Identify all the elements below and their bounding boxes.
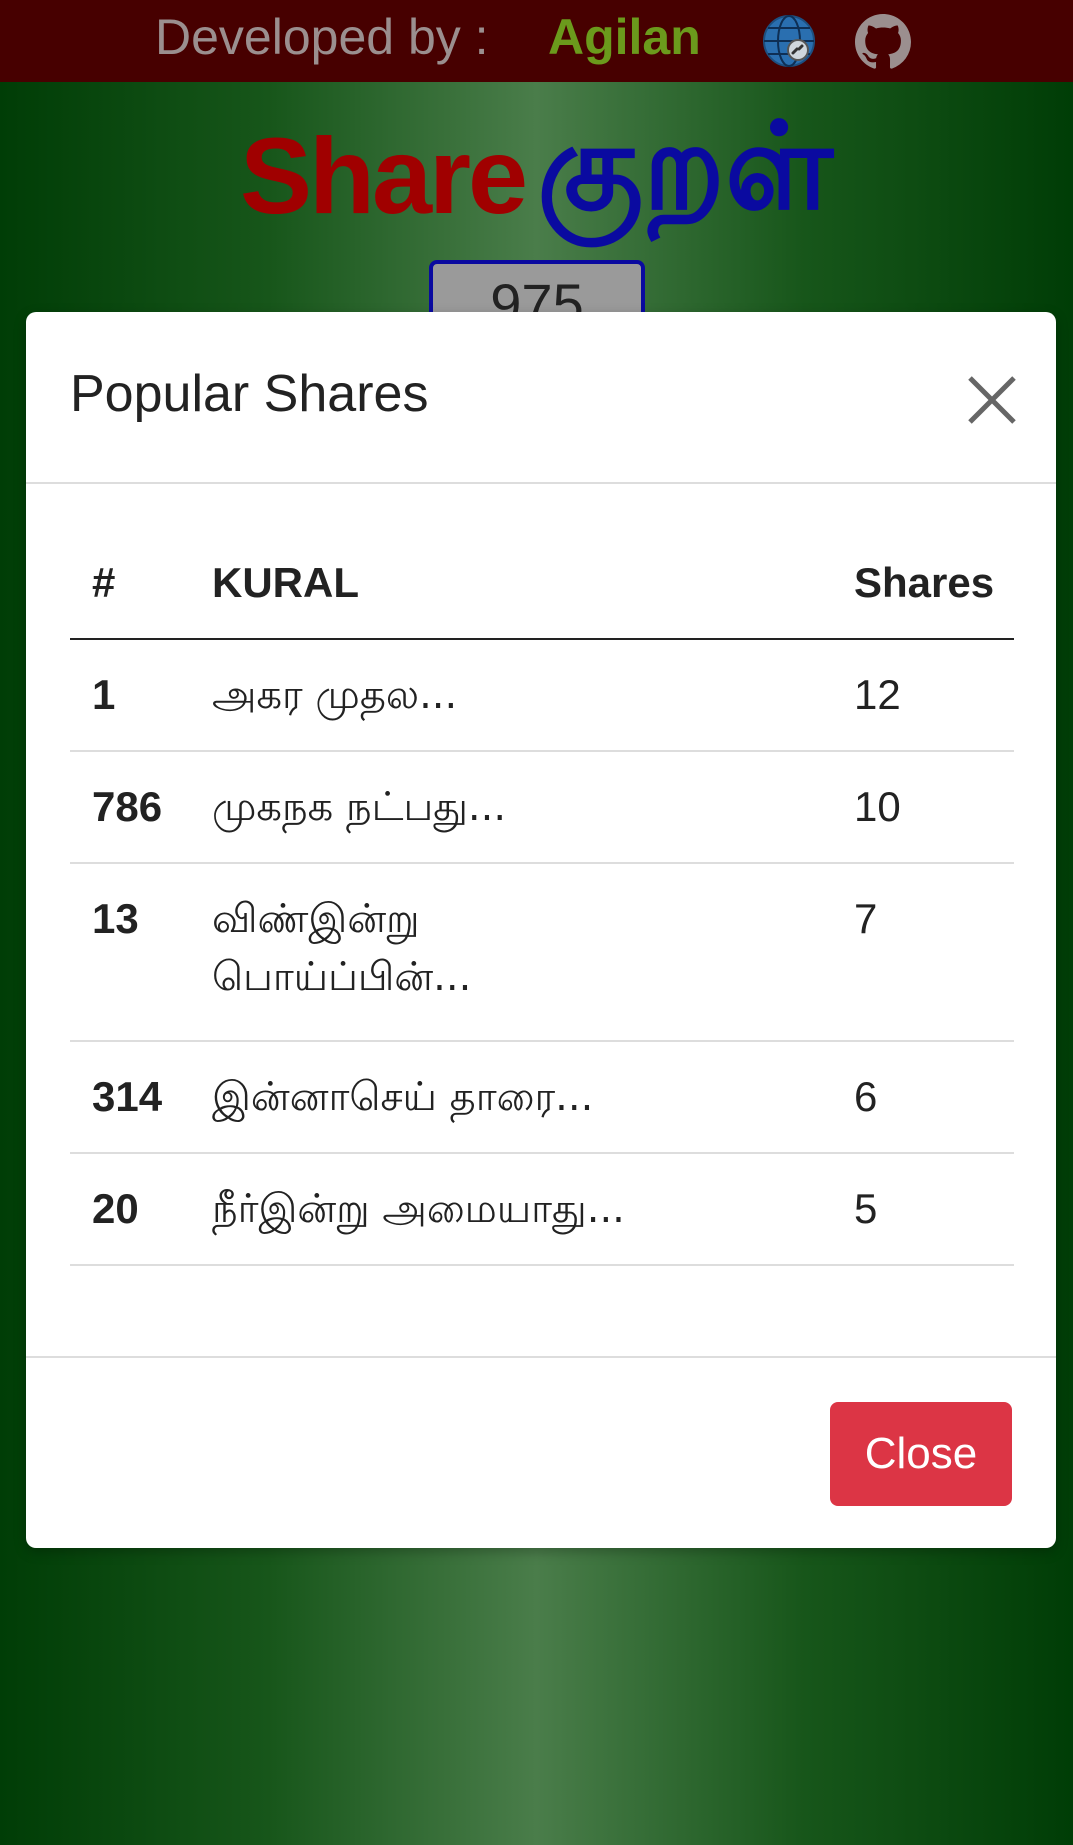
github-icon[interactable] (855, 14, 911, 70)
row-shares: 7 (854, 895, 878, 942)
row-rank: 786 (92, 783, 163, 830)
modal-footer-divider (26, 1356, 1056, 1358)
row-kural: அகர முதல... (212, 672, 458, 718)
modal-title: Popular Shares (70, 365, 429, 423)
app-logo: Share குறள் (0, 98, 1073, 253)
row-kural: விண்இன்று பொய்ப்பின்... (212, 896, 472, 1000)
brand-kural-text: குறள் (537, 100, 834, 234)
row-shares: 10 (854, 783, 901, 830)
table-row[interactable]: 1 அகர முதல... 12 (70, 640, 1014, 752)
row-shares: 6 (854, 1073, 878, 1120)
row-kural: முகநக நட்பது... (212, 784, 507, 830)
row-shares: 5 (854, 1185, 878, 1232)
brand-share-text: Share (239, 115, 528, 236)
globe-link-icon[interactable] (762, 14, 816, 68)
modal-header-divider (26, 482, 1056, 484)
row-kural: நீர்இன்று அமையாது... (212, 1186, 625, 1232)
row-rank: 1 (92, 671, 116, 718)
table-row[interactable]: 20 நீர்இன்று அமையாது... 5 (70, 1154, 1014, 1266)
row-shares: 12 (854, 671, 901, 718)
column-header-shares: Shares (854, 559, 995, 606)
table-row[interactable]: 314 இன்னாசெய் தாரை... 6 (70, 1042, 1014, 1154)
close-button[interactable]: Close (830, 1402, 1012, 1506)
close-icon[interactable] (964, 372, 1020, 428)
column-header-rank: # (92, 559, 116, 606)
row-kural: இன்னாசெய் தாரை... (212, 1074, 594, 1120)
table-row[interactable]: 786 முகநக நட்பது... 10 (70, 752, 1014, 864)
top-bar: Developed by : Agilan (0, 0, 1073, 82)
table-row[interactable]: 13 விண்இன்று பொய்ப்பின்... 7 (70, 864, 1014, 1042)
table-header: # KURAL Shares (70, 530, 1014, 640)
row-rank: 314 (92, 1073, 163, 1120)
row-rank: 20 (92, 1185, 139, 1232)
row-rank: 13 (92, 895, 139, 942)
column-header-kural: KURAL (212, 559, 359, 606)
developed-by-label: Developed by : (155, 9, 489, 65)
developer-name-link[interactable]: Agilan (548, 6, 701, 68)
